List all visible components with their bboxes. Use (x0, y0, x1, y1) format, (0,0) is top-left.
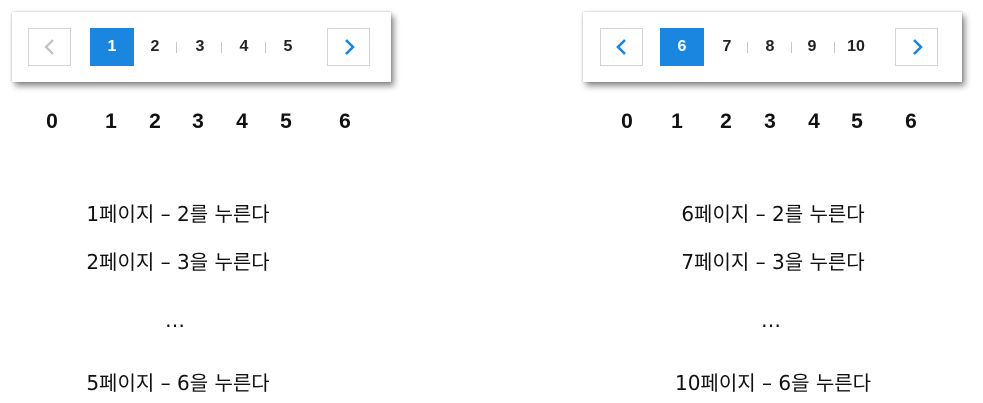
position-index: 0 (621, 110, 633, 133)
position-index: 2 (149, 110, 161, 133)
page-separator (176, 42, 177, 53)
step-text: 5페이지 – 6을 누른다 (86, 371, 270, 395)
step-text: 1페이지 – 2를 누른다 (86, 202, 270, 226)
position-index: 0 (46, 110, 58, 133)
page-button[interactable]: 9 (798, 28, 826, 66)
chevron-right-icon (344, 39, 355, 55)
position-index: 1 (671, 110, 683, 133)
page-separator (265, 42, 266, 53)
position-index: 3 (764, 110, 776, 133)
position-index: 4 (808, 110, 820, 133)
position-index: 6 (905, 110, 917, 133)
next-page-button[interactable] (327, 28, 370, 66)
page-button[interactable]: 4 (230, 28, 258, 66)
position-index: 2 (720, 110, 732, 133)
page-separator (791, 42, 792, 53)
page-button[interactable]: 10 (839, 28, 873, 66)
page-button-active[interactable]: 6 (660, 28, 704, 66)
page-separator (834, 42, 835, 53)
page-separator (221, 42, 222, 53)
page-separator (747, 42, 748, 53)
page-button[interactable]: 7 (713, 28, 741, 66)
position-index: 3 (192, 110, 204, 133)
step-text: 6페이지 – 2를 누른다 (681, 202, 865, 226)
page-button[interactable]: 2 (141, 28, 169, 66)
position-index: 5 (280, 110, 292, 133)
ellipsis: … (761, 308, 781, 332)
step-text: 10페이지 – 6을 누른다 (674, 371, 872, 395)
ellipsis: … (165, 308, 185, 332)
step-text: 7페이지 – 3을 누른다 (681, 250, 865, 274)
chevron-left-icon (615, 39, 626, 55)
page-button[interactable]: 8 (756, 28, 784, 66)
pagination-right: 6 7 8 9 10 (583, 12, 962, 82)
page-button[interactable]: 3 (186, 28, 214, 66)
position-index: 4 (236, 110, 248, 133)
step-text: 2페이지 – 3을 누른다 (86, 250, 270, 274)
position-index: 5 (851, 110, 863, 133)
position-index: 1 (105, 110, 117, 133)
chevron-right-icon (912, 39, 923, 55)
next-page-button[interactable] (895, 28, 938, 66)
position-index: 6 (339, 110, 351, 133)
prev-page-button[interactable] (28, 28, 71, 66)
chevron-left-icon (43, 39, 54, 55)
page-button-active[interactable]: 1 (90, 28, 134, 66)
pagination-left: 1 2 3 4 5 (12, 12, 391, 82)
prev-page-button[interactable] (600, 28, 643, 66)
page-button[interactable]: 5 (274, 28, 302, 66)
